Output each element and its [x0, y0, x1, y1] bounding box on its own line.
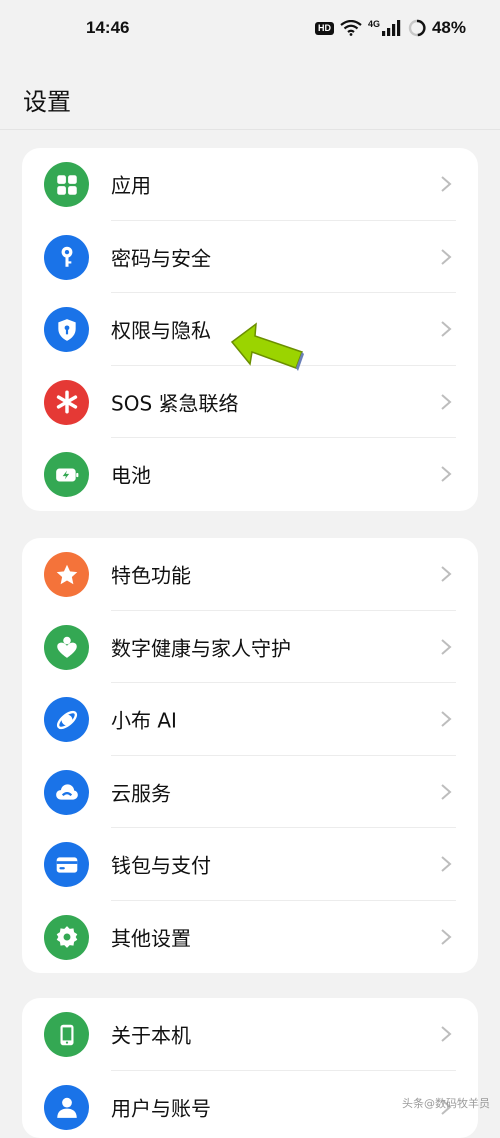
hd-voice-badge: HD	[315, 22, 334, 35]
user-icon	[44, 1085, 89, 1130]
chevron-right-icon	[440, 638, 452, 656]
settings-item-cloud-service[interactable]: 云服务	[22, 756, 478, 829]
key-icon	[44, 235, 89, 280]
settings-item-xiaobu-ai[interactable]: 小布 AI	[22, 683, 478, 756]
chevron-right-icon	[440, 783, 452, 801]
battery-ring-icon	[408, 19, 426, 37]
settings-item-label: 数字健康与家人守护	[111, 632, 291, 661]
watermark: 头条@数码牧羊员	[402, 1095, 490, 1111]
chevron-right-icon	[440, 248, 452, 266]
settings-item-label: 密码与安全	[111, 242, 211, 271]
settings-item-password-security[interactable]: 密码与安全	[22, 221, 478, 294]
gear-icon	[44, 915, 89, 960]
person-heart-icon	[44, 625, 89, 670]
battery-icon	[44, 452, 89, 497]
chevron-right-icon	[440, 565, 452, 583]
chevron-right-icon	[440, 855, 452, 873]
settings-item-label: 其他设置	[111, 922, 191, 951]
cloud-icon	[44, 770, 89, 815]
settings-item-digital-wellbeing[interactable]: 数字健康与家人守护	[22, 611, 478, 684]
card-icon	[44, 842, 89, 887]
settings-item-label: SOS 紧急联络	[111, 387, 239, 416]
chevron-right-icon	[440, 320, 452, 338]
chevron-right-icon	[440, 710, 452, 728]
apps-grid-icon	[44, 162, 89, 207]
header-divider	[0, 129, 500, 130]
settings-group-device: 关于本机 用户与账号	[22, 998, 478, 1138]
pointer-arrow-icon	[228, 316, 308, 376]
settings-item-battery[interactable]: 电池	[22, 438, 478, 511]
ai-orbit-icon	[44, 697, 89, 742]
chevron-right-icon	[440, 928, 452, 946]
chevron-right-icon	[440, 393, 452, 411]
settings-item-wallet-payment[interactable]: 钱包与支付	[22, 828, 478, 901]
settings-item-label: 钱包与支付	[111, 850, 211, 879]
status-bar: 14:46 HD 4G 48%	[0, 0, 500, 56]
settings-item-features[interactable]: 特色功能	[22, 538, 478, 611]
chevron-right-icon	[440, 465, 452, 483]
settings-item-label: 小布 AI	[111, 705, 177, 734]
settings-group-features: 特色功能 数字健康与家人守护 小布 AI 云服务 钱包与支付	[22, 538, 478, 973]
settings-item-label: 电池	[111, 460, 151, 489]
settings-item-sos[interactable]: SOS 紧急联络	[22, 366, 478, 439]
chevron-right-icon	[440, 1025, 452, 1043]
settings-item-label: 权限与隐私	[111, 315, 211, 344]
network-type: 4G	[368, 20, 380, 29]
settings-item-label: 特色功能	[111, 560, 191, 589]
settings-item-about-phone[interactable]: 关于本机	[22, 998, 478, 1071]
shield-lock-icon	[44, 307, 89, 352]
battery-percent: 48%	[432, 18, 466, 38]
signal-icon	[382, 20, 402, 36]
phone-icon	[44, 1012, 89, 1057]
settings-item-apps[interactable]: 应用	[22, 148, 478, 221]
chevron-right-icon	[440, 175, 452, 193]
status-icons: HD 4G 48%	[315, 18, 466, 38]
settings-item-label: 应用	[111, 170, 151, 199]
page-title: 设置	[23, 82, 71, 117]
asterisk-icon	[44, 380, 89, 425]
settings-item-other-settings[interactable]: 其他设置	[22, 901, 478, 974]
status-time: 14:46	[86, 18, 129, 38]
settings-item-label: 关于本机	[111, 1020, 191, 1049]
star-icon	[44, 552, 89, 597]
wifi-icon	[340, 20, 362, 36]
settings-item-label: 云服务	[111, 777, 171, 806]
